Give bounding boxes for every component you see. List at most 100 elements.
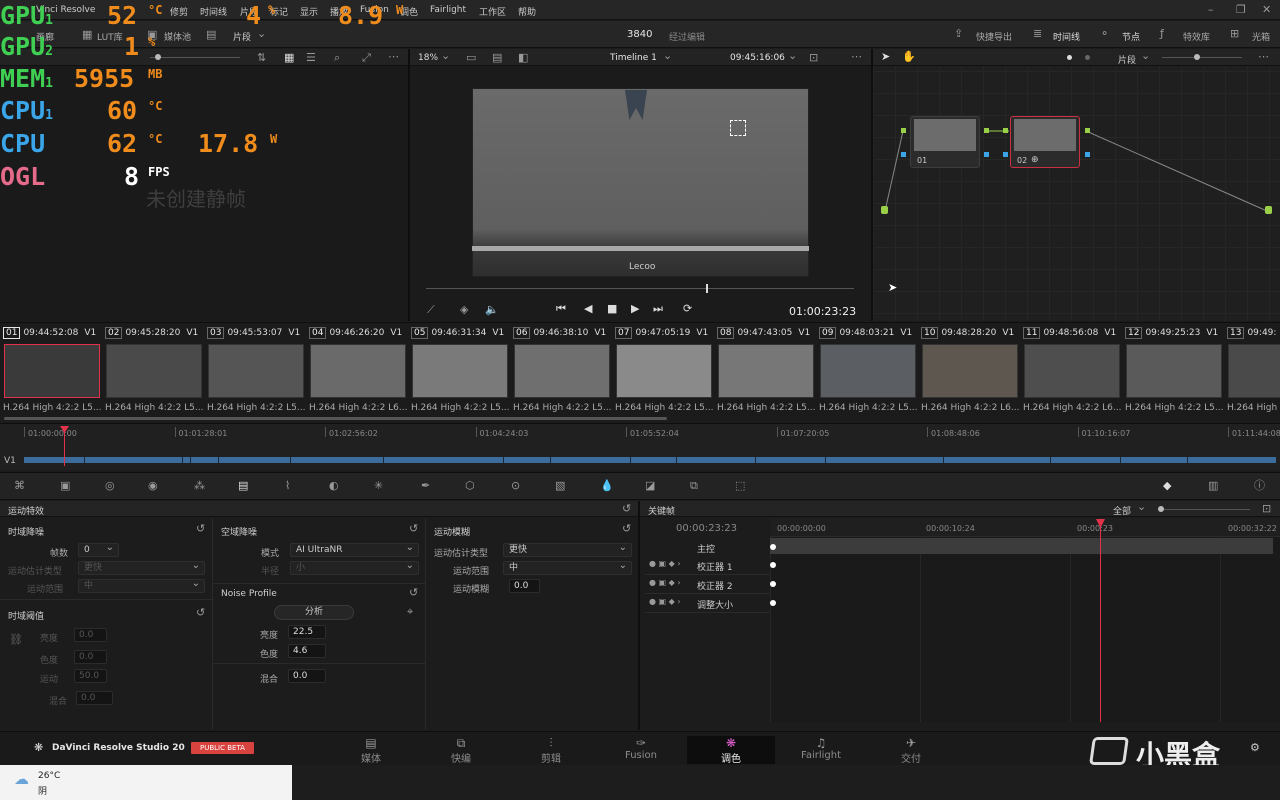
- clip-thumbnail[interactable]: [616, 344, 712, 398]
- loop-icon[interactable]: ⟳: [683, 302, 692, 316]
- motion-blur-reset-icon[interactable]: ↺: [622, 522, 631, 536]
- spatial-luma-field[interactable]: 22.5: [288, 625, 326, 639]
- page-tab-deliver[interactable]: ✈ 交付: [867, 736, 955, 765]
- keyframes-zoom-knob[interactable]: [1158, 506, 1164, 512]
- page-tab-edit[interactable]: ⫶ 剪辑: [507, 736, 595, 765]
- node-mode-label[interactable]: 片段: [1118, 53, 1136, 66]
- spatial-blend-field[interactable]: 0.0: [288, 669, 326, 683]
- highlight-icon[interactable]: ◈: [460, 303, 468, 317]
- clip-thumbnail[interactable]: [106, 344, 202, 398]
- viewer-timeline-name[interactable]: Timeline 1: [610, 53, 657, 63]
- keyframe-row-controls-icon[interactable]: ● ▣ ◆ ›: [649, 578, 681, 587]
- go-to-end-icon[interactable]: ⏭: [653, 302, 663, 316]
- keyframes-options-icon[interactable]: ⊡: [1262, 502, 1271, 516]
- viewer-scrubber-head[interactable]: [706, 284, 708, 293]
- clip-thumbnail[interactable]: [208, 344, 304, 398]
- clip-thumbnail[interactable]: [310, 344, 406, 398]
- page-tab-cut[interactable]: ⧉ 快编: [417, 736, 505, 765]
- viewer-zoom[interactable]: 18%: [418, 53, 438, 63]
- page-tab-fusion[interactable]: ✑ Fusion: [597, 736, 685, 764]
- blur-icon[interactable]: 💧: [600, 479, 614, 493]
- node-more-icon[interactable]: ⋯: [1258, 50, 1269, 64]
- menu-item-help[interactable]: 帮助: [518, 5, 536, 18]
- close-icon[interactable]: ✕: [1262, 3, 1271, 17]
- grid-view-icon[interactable]: ▦: [284, 51, 294, 65]
- clip-item[interactable]: 06 09:46:38:10 V1 H.264 High 4:2:2 L5...: [513, 327, 613, 416]
- timecode-dropdown-icon[interactable]: ⌄: [788, 49, 797, 63]
- blur-est-select[interactable]: 更快: [503, 542, 632, 557]
- search-icon[interactable]: ⌕: [334, 51, 340, 65]
- keyframe-marker[interactable]: [770, 600, 776, 606]
- node-01-out-port[interactable]: [984, 128, 989, 133]
- link-icon[interactable]: ⛓: [9, 633, 23, 647]
- tracker-icon[interactable]: ⊙: [511, 479, 520, 493]
- clip-thumbnail[interactable]: [4, 344, 100, 398]
- node-output-port[interactable]: [1265, 206, 1272, 214]
- restore-icon[interactable]: ❐: [1236, 3, 1246, 17]
- menu-item-fairlight[interactable]: Fairlight: [430, 5, 466, 15]
- node-input-port[interactable]: [881, 206, 888, 214]
- temporal-threshold-reset-icon[interactable]: ↺: [196, 606, 205, 620]
- node-01-key-out[interactable]: [984, 152, 989, 157]
- viewer-mode-icon-3[interactable]: ◧: [518, 51, 528, 65]
- clip-thumbnail[interactable]: [1228, 344, 1280, 398]
- audio-icon[interactable]: 🔈: [485, 303, 499, 317]
- lightbox-icon[interactable]: ⊞: [1230, 27, 1239, 41]
- master-row-bar[interactable]: [770, 538, 1273, 554]
- motion-effects-icon[interactable]: ▤: [238, 479, 248, 493]
- node-02-in-port[interactable]: [1003, 128, 1008, 133]
- stop-icon[interactable]: ■: [607, 302, 617, 316]
- lut-icon[interactable]: ▦: [82, 28, 92, 42]
- keyframe-row-controls-icon[interactable]: ● ▣ ◆ ›: [649, 559, 681, 568]
- clip-item[interactable]: 04 09:46:26:20 V1 H.264 High 4:2:2 L6...: [309, 327, 409, 416]
- keyframe-track-row[interactable]: ● ▣ ◆ › 校正器 2: [645, 575, 770, 594]
- clip-item[interactable]: 12 09:49:25:23 V1 H.264 High 4:2:2 L5...: [1125, 327, 1225, 416]
- spatial-mode-select[interactable]: AI UltraNR: [290, 542, 419, 557]
- effects-icon[interactable]: ƒ: [1160, 27, 1164, 41]
- keyframe-track-row[interactable]: 主控: [645, 538, 770, 557]
- hdr-wheels-icon[interactable]: ◉: [148, 479, 158, 493]
- sort-icon[interactable]: ⇅: [257, 51, 266, 65]
- picker-tool-icon[interactable]: ✒: [421, 479, 430, 493]
- clip-item[interactable]: 05 09:46:31:34 V1 H.264 High 4:2:2 L5...: [411, 327, 511, 416]
- frames-select[interactable]: 0: [78, 542, 119, 557]
- keyframe-track-row[interactable]: ● ▣ ◆ › 调整大小: [645, 594, 770, 613]
- blur-range-select[interactable]: 中: [503, 560, 632, 575]
- clip-item[interactable]: 01 09:44:52:08 V1 H.264 High 4:2:2 L5...: [3, 327, 103, 416]
- viewer-more-icon[interactable]: ⋯: [851, 50, 862, 64]
- node-zoom-slider[interactable]: [1162, 57, 1242, 58]
- noise-profile-reset-icon[interactable]: ↺: [409, 586, 418, 600]
- keyframes-grid[interactable]: [770, 537, 1280, 722]
- effects-label[interactable]: 特效库: [1183, 30, 1210, 43]
- gallery-more-icon[interactable]: ⋯: [388, 50, 399, 64]
- color-wheels-icon[interactable]: ◎: [105, 479, 115, 493]
- export-icon[interactable]: ⇪: [954, 27, 963, 41]
- noise-picker-icon[interactable]: ⌖: [407, 605, 413, 619]
- clips-icon[interactable]: ▤: [206, 28, 216, 42]
- analyze-button[interactable]: 分析: [274, 605, 354, 620]
- motion-est-select[interactable]: 更快: [78, 560, 205, 575]
- threshold-luma-field[interactable]: 0.0: [74, 628, 107, 642]
- node-01-key-in[interactable]: [901, 152, 906, 157]
- threshold-chroma-field[interactable]: 0.0: [74, 650, 107, 664]
- qualifier-icon[interactable]: ✳: [374, 479, 383, 493]
- page-tab-color[interactable]: ❋ 调色: [687, 736, 775, 765]
- clip-thumbnail[interactable]: [718, 344, 814, 398]
- timeline-icon[interactable]: ≣: [1033, 27, 1042, 41]
- step-back-icon[interactable]: ◀: [584, 302, 592, 316]
- node-02-key-in[interactable]: [1003, 152, 1008, 157]
- camera-raw-icon[interactable]: ⌘: [14, 479, 25, 493]
- keyframes-zoom-slider[interactable]: [1158, 509, 1250, 510]
- window-icon[interactable]: ⬡: [465, 479, 475, 493]
- keyframe-toggle-icon[interactable]: ◆: [1163, 479, 1171, 493]
- menu-item-timeline[interactable]: 时间线: [200, 5, 227, 18]
- keyframes-filter[interactable]: 全部: [1113, 504, 1131, 517]
- clip-item[interactable]: 08 09:47:43:05 V1 H.264 High 4:2:2 L5...: [717, 327, 817, 416]
- settings-gear-icon[interactable]: ⚙: [1250, 741, 1260, 755]
- viewer-scrubber[interactable]: [426, 288, 854, 289]
- key-icon[interactable]: ◪: [645, 479, 655, 493]
- node-01[interactable]: 01: [910, 116, 980, 168]
- threshold-blend-field[interactable]: 0.0: [76, 691, 113, 705]
- gallery-zoom-slider[interactable]: [150, 57, 240, 58]
- clip-item[interactable]: 03 09:45:53:07 V1 H.264 High 4:2:2 L5...: [207, 327, 307, 416]
